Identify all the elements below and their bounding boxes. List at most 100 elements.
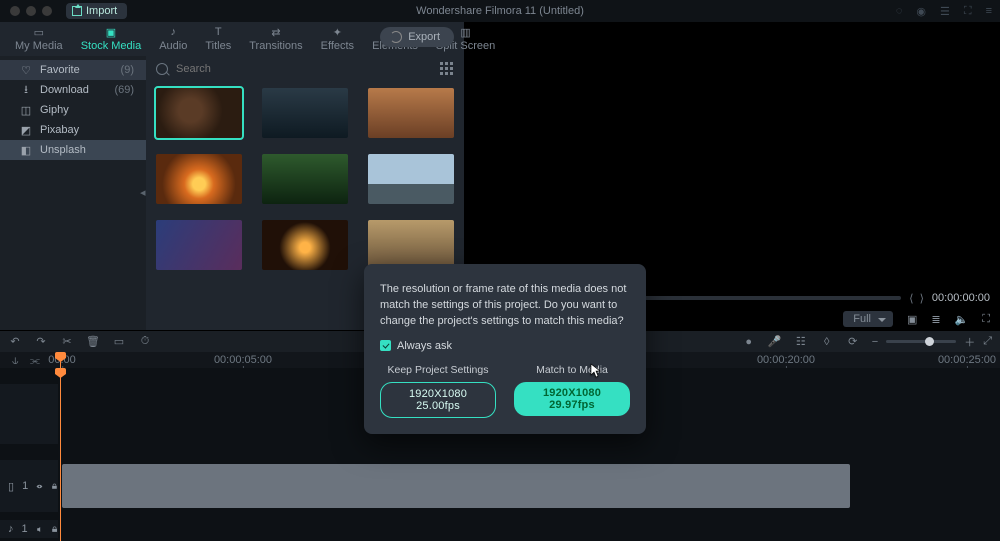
tab-my-media[interactable]: ▭ My Media	[6, 26, 72, 56]
snapshot-icon[interactable]: ▣	[907, 313, 917, 326]
titlebar-actions: ◌ ◉ ☰ ⛶ ≡	[896, 5, 992, 18]
tab-label: Stock Media	[81, 40, 142, 52]
voiceover-icon[interactable]: ●	[742, 335, 756, 349]
max-dot[interactable]	[42, 6, 52, 16]
timecode-display: 00:00:00:00	[932, 292, 990, 304]
zoom-handle[interactable]	[925, 337, 934, 346]
media-thumb[interactable]	[368, 88, 454, 138]
option-title: Keep Project Settings	[388, 364, 489, 376]
media-thumb[interactable]	[156, 220, 242, 270]
zoom-slider[interactable]	[886, 340, 956, 343]
view-grid-icon[interactable]	[440, 62, 454, 76]
preview-viewport[interactable]	[471, 26, 994, 288]
audio-track[interactable]: ♪ 1	[0, 520, 1000, 538]
account-icon[interactable]: ◉	[916, 5, 926, 18]
zoom-control: − ＋ ⤢	[872, 334, 992, 350]
download-icon: ⭳	[20, 84, 32, 96]
stock-sources-sidebar: ♡ Favorite (9) ⭳ Download (69) ◫ Giphy ◩…	[0, 56, 146, 330]
magnet-icon[interactable]: ⫝	[12, 355, 19, 368]
always-ask-checkbox[interactable]: Always ask	[380, 340, 630, 352]
sidebar-item-giphy[interactable]: ◫ Giphy	[0, 100, 146, 120]
tab-label: Titles	[205, 40, 231, 52]
tab-titles[interactable]: T Titles	[196, 26, 240, 56]
tab-effects[interactable]: ✦Effects	[312, 26, 363, 56]
video-track[interactable]: ▯ 1	[0, 460, 1000, 512]
render-icon[interactable]: ⟳	[846, 335, 860, 349]
cut-icon[interactable]: ✂	[60, 335, 74, 349]
quality-select[interactable]: Full	[843, 311, 893, 327]
lock-icon[interactable]	[51, 524, 58, 535]
import-button[interactable]: Import	[66, 3, 127, 19]
fullscreen-icon[interactable]: ⛶	[964, 5, 972, 18]
speaker-icon[interactable]	[36, 524, 43, 535]
media-thumb[interactable]	[262, 154, 348, 204]
tab-label: Transitions	[249, 40, 302, 52]
mic-icon[interactable]: 🎤	[768, 335, 782, 349]
link-icon[interactable]: ⫘	[30, 355, 40, 368]
zoom-out-icon[interactable]: −	[872, 336, 878, 348]
delete-icon[interactable]: 🗑	[86, 335, 100, 349]
media-thumb[interactable]	[368, 220, 454, 270]
lock-icon[interactable]	[51, 481, 58, 492]
sidebar-item-unsplash[interactable]: ◧ Unsplash	[0, 140, 146, 160]
tab-label: My Media	[15, 40, 63, 52]
folder-icon: ▭	[31, 26, 47, 38]
ruler-mark: 00:00:25:00	[938, 354, 996, 366]
mismatch-dialog: The resolution or frame rate of this med…	[364, 264, 646, 434]
media-thumb[interactable]	[156, 154, 242, 204]
sidebar-item-label: Favorite	[40, 64, 80, 76]
playhead[interactable]	[60, 352, 61, 368]
pixabay-icon: ◩	[20, 124, 32, 136]
zoom-in-icon[interactable]: ＋	[964, 334, 975, 350]
mixer-icon[interactable]: ☷	[794, 335, 808, 349]
titles-icon: T	[210, 26, 226, 38]
window-controls[interactable]	[0, 6, 52, 16]
match-media-button[interactable]: 1920X1080 29.97fps	[514, 382, 630, 416]
media-thumb[interactable]	[262, 220, 348, 270]
tab-audio[interactable]: ♪ Audio	[150, 26, 196, 56]
mute-icon[interactable]: 🔈	[955, 313, 969, 326]
search-icon	[156, 63, 168, 75]
tab-transitions[interactable]: ⇄Transitions	[240, 26, 311, 56]
stock-icon: ▣	[103, 26, 119, 38]
redo-icon[interactable]: ↷	[34, 335, 48, 349]
sidebar-item-pixabay[interactable]: ◩ Pixabay	[0, 120, 146, 140]
close-dot[interactable]	[10, 6, 20, 16]
cloud-icon[interactable]: ◌	[896, 5, 903, 18]
crop-icon[interactable]: ▭	[112, 335, 126, 349]
audio-icon: ♪	[165, 26, 181, 38]
media-thumb[interactable]	[368, 154, 454, 204]
export-label: Export	[408, 31, 440, 43]
keep-settings-button[interactable]: 1920X1080 25.00fps	[380, 382, 496, 418]
speed-icon[interactable]: ⏱	[138, 335, 152, 349]
menu-icon[interactable]: ≡	[986, 5, 992, 18]
sidebar-item-label: Giphy	[40, 104, 69, 116]
collapse-sidebar-icon[interactable]: ◂	[140, 186, 146, 199]
sidebar-item-download[interactable]: ⭳ Download (69)	[0, 80, 146, 100]
search-input[interactable]	[174, 62, 434, 76]
zoom-fit-icon[interactable]: ⤢	[983, 335, 992, 348]
mark-in-icon[interactable]: ⟨	[909, 292, 913, 305]
markers-icon[interactable]: ≣	[931, 313, 940, 326]
sidebar-item-label: Download	[40, 84, 89, 96]
audio-track-header: ♪ 1	[0, 520, 58, 538]
expand-icon[interactable]: ⛶	[982, 313, 990, 326]
marker-icon[interactable]: ◊	[820, 335, 834, 349]
media-thumb[interactable]	[262, 88, 348, 138]
undo-icon[interactable]: ↶	[8, 335, 22, 349]
min-dot[interactable]	[26, 6, 36, 16]
sidebar-item-favorite[interactable]: ♡ Favorite (9)	[0, 60, 146, 80]
sidebar-item-count: (69)	[114, 84, 138, 96]
titlebar: Import Wondershare Filmora 11 (Untitled)…	[0, 0, 1000, 22]
export-button[interactable]: Export	[380, 27, 454, 47]
notify-icon[interactable]: ☰	[940, 5, 950, 18]
tab-label: Audio	[159, 40, 187, 52]
mark-out-icon[interactable]: ⟩	[920, 292, 924, 305]
tab-stock-media[interactable]: ▣ Stock Media	[72, 26, 151, 56]
video-clip[interactable]	[62, 464, 850, 508]
media-thumb[interactable]	[156, 88, 242, 138]
track-type-icon: ♪	[8, 523, 14, 535]
eye-icon[interactable]	[36, 481, 43, 492]
playhead-line[interactable]	[60, 368, 61, 541]
tab-label: Effects	[321, 40, 354, 52]
